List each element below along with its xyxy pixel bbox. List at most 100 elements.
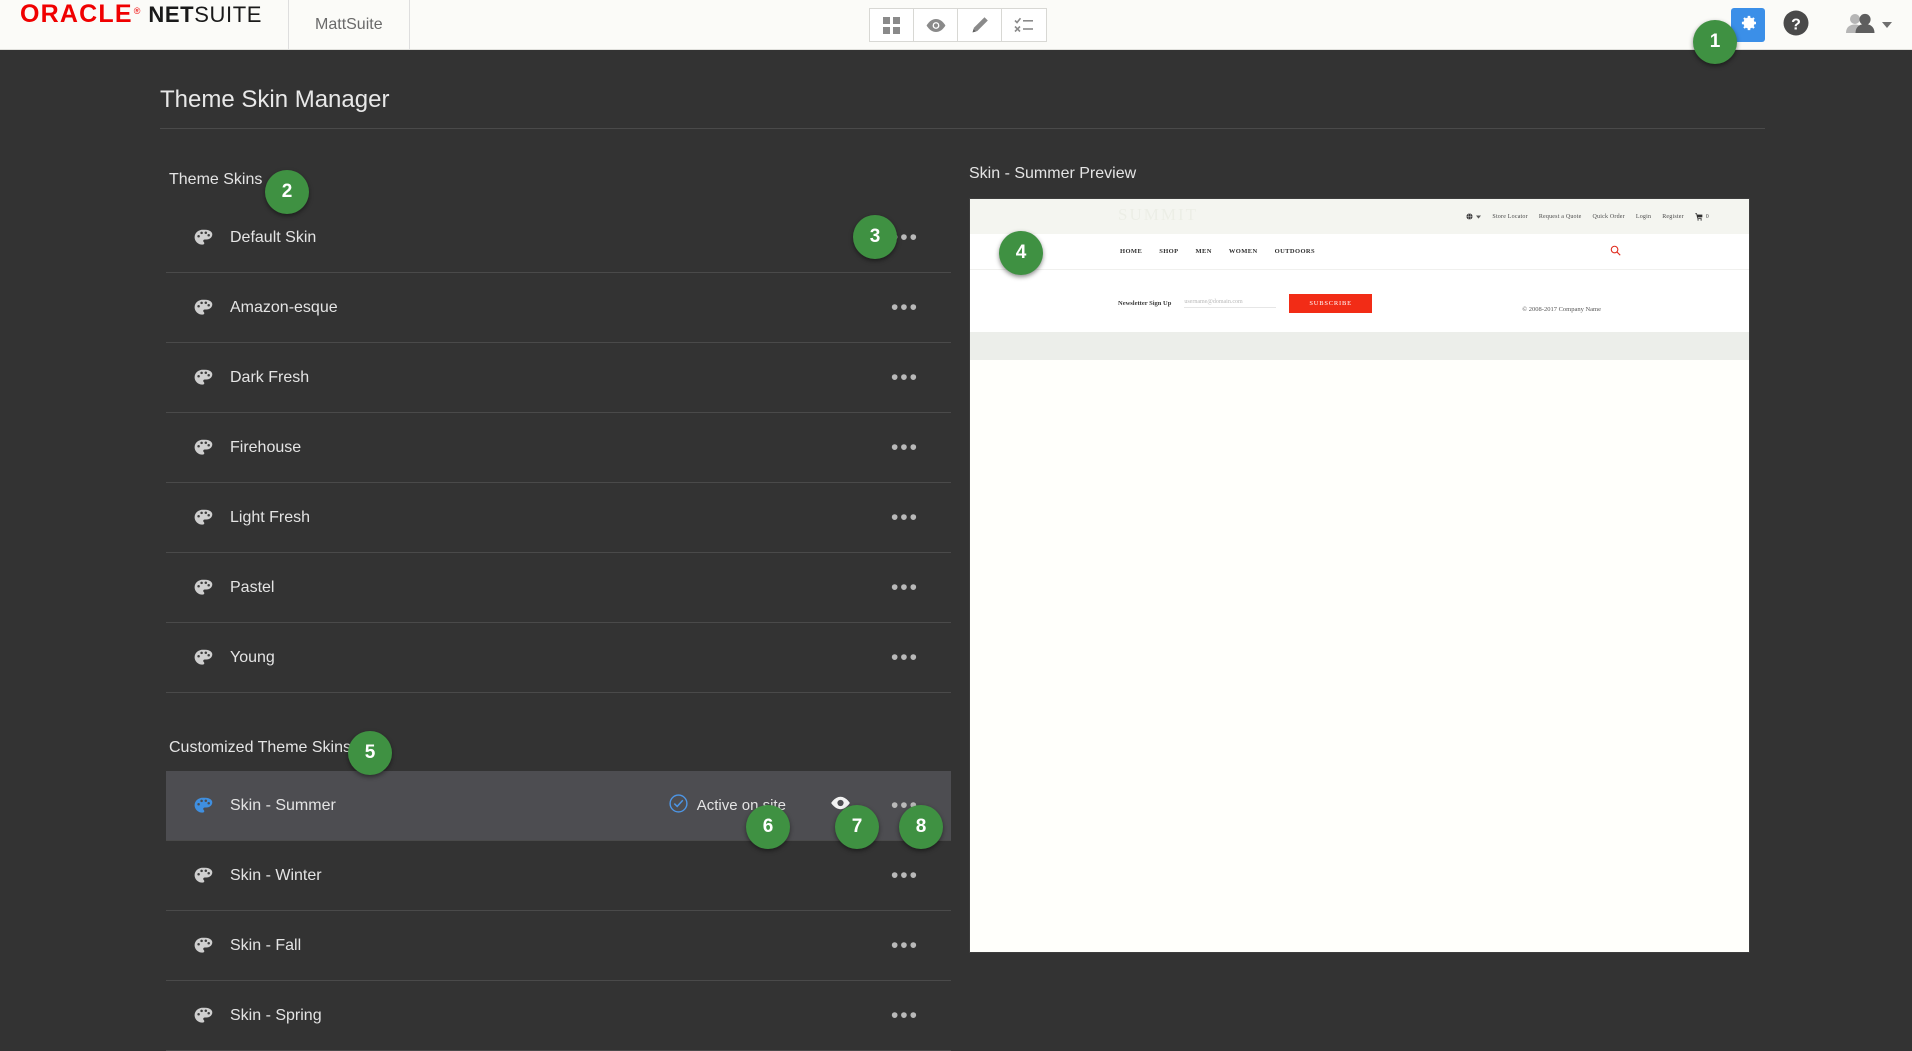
storefront-nav-shop[interactable]: SHOP: [1159, 248, 1178, 255]
storefront-empty-body: [970, 360, 1749, 952]
palette-icon: [194, 439, 213, 456]
netsuite-net-text: NET: [148, 1, 195, 27]
netsuite-suite-text: SUITE: [194, 1, 263, 27]
storefront-utility-links: Store Locator Request a Quote Quick Orde…: [1466, 212, 1709, 221]
storefront-search-button[interactable]: [1610, 243, 1621, 261]
customized-theme-skins-list: Skin - Summer Active on site ••• Skin - …: [166, 771, 951, 1051]
skins-column: Theme Skins Default Skin ••• Amazon-esqu…: [166, 165, 951, 1051]
netsuite-wordmark: NETSUITE: [148, 2, 262, 28]
newsletter-label: Newsletter Sign Up: [1118, 300, 1172, 307]
newsletter-email-input[interactable]: username@domain.com: [1184, 299, 1277, 308]
storefront-footer: Newsletter Sign Up username@domain.com S…: [970, 270, 1749, 332]
palette-icon: [194, 937, 213, 954]
cart-button[interactable]: 0: [1695, 212, 1709, 221]
list-item-label: Light Fresh: [230, 508, 311, 526]
palette-icon: [194, 867, 213, 884]
help-button[interactable]: ?: [1779, 8, 1813, 42]
storefront-nav-women[interactable]: WOMEN: [1229, 248, 1258, 255]
svg-text:?: ?: [1791, 16, 1801, 33]
storefront-link-login[interactable]: Login: [1636, 214, 1651, 220]
check-circle-icon: [669, 794, 688, 817]
list-item[interactable]: Skin - Winter •••: [166, 841, 951, 911]
list-item[interactable]: Firehouse •••: [166, 413, 951, 483]
storefront-nav-men[interactable]: MEN: [1196, 248, 1212, 255]
row-overflow-menu-button[interactable]: •••: [887, 367, 923, 389]
list-item-label: Amazon-esque: [230, 298, 338, 316]
center-tool-group: [869, 8, 1047, 42]
cart-count: 0: [1705, 213, 1709, 220]
preview-panel: Skin - Summer Preview SUMMIT Store Locat…: [969, 165, 1750, 953]
list-item[interactable]: Skin - Spring •••: [166, 981, 951, 1051]
subscribe-button[interactable]: SUBSCRIBE: [1289, 294, 1372, 313]
language-selector[interactable]: [1466, 213, 1482, 220]
tasklist-icon-button[interactable]: [1002, 9, 1046, 41]
row-overflow-menu-button[interactable]: •••: [887, 507, 923, 529]
skin-preview-frame[interactable]: SUMMIT Store Locator Request a Quote Qui…: [969, 198, 1750, 953]
oracle-wordmark: ORACLE: [20, 0, 133, 28]
storefront-link-quick-order[interactable]: Quick Order: [1592, 214, 1624, 220]
checklist-icon: [1014, 17, 1034, 33]
palette-icon: [194, 509, 213, 526]
palette-icon: [194, 369, 213, 386]
eye-icon: [925, 18, 947, 33]
palette-icon: [194, 299, 213, 316]
storefront-main-nav: HOME SHOP MEN WOMEN OUTDOORS: [970, 234, 1749, 270]
list-item[interactable]: Light Fresh •••: [166, 483, 951, 553]
list-item[interactable]: Dark Fresh •••: [166, 343, 951, 413]
gear-icon: [1738, 13, 1758, 38]
list-item[interactable]: Young •••: [166, 623, 951, 693]
oracle-netsuite-logo[interactable]: ORACLE ® NETSUITE: [0, 0, 288, 50]
list-item[interactable]: Amazon-esque •••: [166, 273, 951, 343]
annotation-badge-3: 3: [853, 215, 897, 259]
annotation-badge-4: 4: [999, 231, 1043, 275]
row-overflow-menu-button[interactable]: •••: [887, 1005, 923, 1027]
list-item[interactable]: Skin - Fall •••: [166, 911, 951, 981]
palette-icon: [194, 229, 213, 246]
palette-icon: [194, 649, 213, 666]
row-overflow-menu-button[interactable]: •••: [887, 647, 923, 669]
storefront-nav-outdoors[interactable]: OUTDOORS: [1275, 248, 1315, 255]
chevron-down-icon: [1476, 214, 1482, 219]
storefront-link-register[interactable]: Register: [1662, 214, 1684, 220]
newsletter-signup: Newsletter Sign Up username@domain.com S…: [1118, 294, 1372, 313]
edit-icon-button[interactable]: [958, 9, 1002, 41]
row-overflow-menu-button[interactable]: •••: [887, 437, 923, 459]
palette-icon: [194, 1007, 213, 1024]
registered-mark-icon: ®: [133, 5, 141, 16]
row-overflow-menu-button[interactable]: •••: [887, 935, 923, 957]
storefront-link-request-quote[interactable]: Request a Quote: [1539, 214, 1582, 220]
row-overflow-menu-button[interactable]: •••: [887, 297, 923, 319]
theme-skins-list: Default Skin ••• Amazon-esque ••• Dark F…: [166, 203, 951, 693]
list-item-label: Young: [230, 648, 275, 666]
help-icon: ?: [1782, 9, 1810, 42]
list-item-label: Default Skin: [230, 228, 317, 246]
top-right-actions: ?: [1731, 0, 1892, 50]
storefront-nav-links: HOME SHOP MEN WOMEN OUTDOORS: [1120, 248, 1315, 255]
user-avatar-icon: [1845, 12, 1877, 39]
title-divider: [160, 128, 1765, 129]
account-name-label[interactable]: MattSuite: [288, 0, 410, 50]
annotation-badge-2: 2: [265, 170, 309, 214]
annotation-badge-5: 5: [348, 731, 392, 775]
storefront-utility-bar: SUMMIT Store Locator Request a Quote Qui…: [970, 199, 1749, 234]
storefront-gray-strip: [970, 332, 1749, 360]
list-item-selected[interactable]: Skin - Summer Active on site •••: [166, 771, 951, 841]
page-title: Theme Skin Manager: [160, 86, 390, 113]
annotation-badge-1: 1: [1693, 20, 1737, 64]
list-item-label: Skin - Summer: [230, 796, 336, 814]
list-item-label: Firehouse: [230, 438, 302, 456]
preview-title: Skin - Summer Preview: [969, 165, 1137, 182]
annotation-badge-8: 8: [899, 805, 943, 849]
preview-icon-button[interactable]: [914, 9, 958, 41]
row-overflow-menu-button[interactable]: •••: [887, 865, 923, 887]
grid-icon-button[interactable]: [870, 9, 914, 41]
storefront-link-store-locator[interactable]: Store Locator: [1492, 214, 1527, 220]
list-item-label: Pastel: [230, 578, 275, 596]
globe-icon: [1466, 213, 1473, 220]
user-menu-button[interactable]: [1845, 12, 1892, 39]
storefront-nav-home[interactable]: HOME: [1120, 248, 1142, 255]
palette-icon: [194, 579, 213, 596]
annotation-badge-6: 6: [746, 805, 790, 849]
row-overflow-menu-button[interactable]: •••: [887, 577, 923, 599]
list-item[interactable]: Pastel •••: [166, 553, 951, 623]
